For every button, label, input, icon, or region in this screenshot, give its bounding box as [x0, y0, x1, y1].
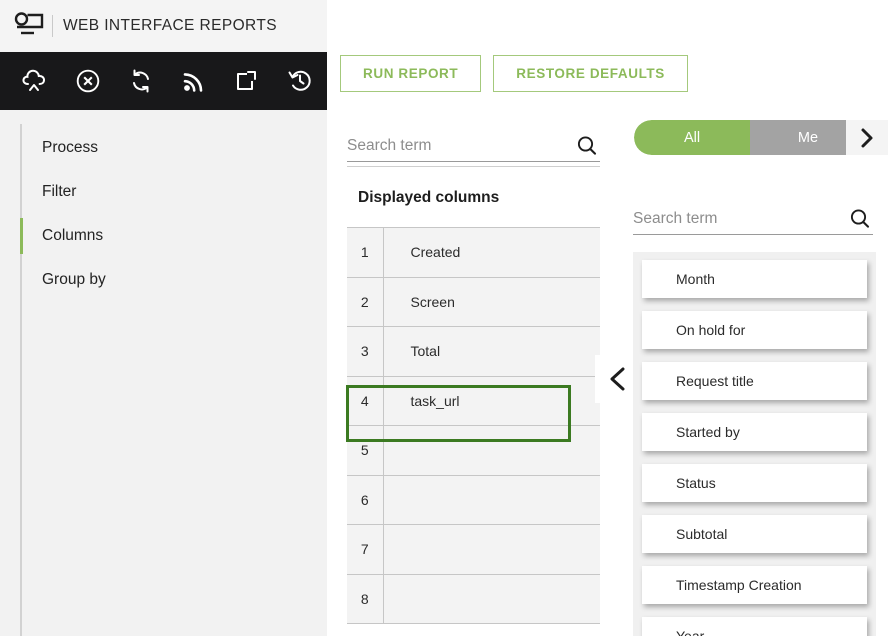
left-column: WEB INTERFACE REPORTS Process Filter Col… [0, 0, 327, 636]
search-icon[interactable] [574, 133, 600, 159]
list-item[interactable]: Year [642, 617, 867, 636]
restore-defaults-button[interactable]: RESTORE DEFAULTS [493, 55, 688, 92]
sidebar-item-label: Process [42, 139, 98, 156]
row-column-name [383, 524, 600, 575]
table-row[interactable]: 6 [347, 474, 600, 525]
rss-feed-icon[interactable] [168, 56, 221, 106]
row-column-name: Screen [383, 276, 600, 327]
row-column-name [383, 474, 600, 525]
table-row[interactable]: 2 Screen [347, 276, 600, 327]
table-row[interactable]: 8 [347, 573, 600, 624]
columns-search-input[interactable] [347, 137, 600, 161]
row-index: 5 [347, 425, 384, 476]
row-column-name [383, 573, 600, 624]
sidebar-active-marker [20, 130, 23, 166]
table-row[interactable]: 5 [347, 425, 600, 476]
list-item[interactable]: Status [642, 464, 867, 502]
displayed-columns-heading: Displayed columns [358, 189, 500, 206]
cloud-upload-icon[interactable] [8, 56, 61, 106]
refresh-sync-icon[interactable] [114, 56, 167, 106]
list-item[interactable]: Timestamp Creation [642, 566, 867, 604]
available-columns-panel: All Me Month On hold for [633, 120, 888, 636]
main-content: RUN REPORT RESTORE DEFAULTS Displayed co… [327, 0, 888, 636]
table-row[interactable]: 7 [347, 524, 600, 575]
sidebar-nav: Process Filter Columns Group by [0, 110, 327, 636]
list-item[interactable]: Request title [642, 362, 867, 400]
run-report-button[interactable]: RUN REPORT [340, 55, 482, 92]
sidebar-item-columns[interactable]: Columns [0, 214, 327, 258]
action-bar: RUN REPORT RESTORE DEFAULTS [340, 55, 688, 92]
app-root: WEB INTERFACE REPORTS Process Filter Col… [0, 0, 888, 636]
icon-toolbar [0, 52, 327, 110]
table-row-selected[interactable]: 4 task_url [347, 375, 600, 426]
sidebar-item-group-by[interactable]: Group by [0, 258, 327, 302]
row-index: 6 [347, 474, 384, 525]
list-item[interactable]: Started by [642, 413, 867, 451]
open-external-icon[interactable] [221, 56, 274, 106]
row-index: 8 [347, 573, 384, 624]
sidebar-active-marker [20, 218, 23, 254]
row-index: 2 [347, 276, 384, 327]
sidebar-item-process[interactable]: Process [0, 126, 327, 170]
sidebar-item-label: Group by [42, 271, 106, 288]
row-column-name: Created [383, 227, 600, 278]
row-index: 7 [347, 524, 384, 575]
sidebar-active-marker [20, 174, 23, 210]
columns-search-row [347, 120, 600, 162]
displayed-columns-panel: Displayed columns 1 Created 2 Screen 3 T… [347, 120, 600, 624]
table-row[interactable]: 3 Total [347, 326, 600, 377]
list-item[interactable]: Subtotal [642, 515, 867, 553]
row-column-name [383, 425, 600, 476]
history-restore-icon[interactable] [274, 56, 327, 106]
sidebar-item-label: Filter [42, 183, 77, 200]
table-row[interactable]: 1 Created [347, 227, 600, 278]
displayed-columns-table: 1 Created 2 Screen 3 Total 4 task_url 5 … [347, 227, 600, 624]
list-item[interactable]: On hold for [642, 311, 867, 349]
chevron-right-icon[interactable] [846, 120, 888, 155]
list-item[interactable]: Month [642, 260, 867, 298]
workstation-display-icon [10, 9, 50, 43]
scope-tabs: All Me [634, 120, 866, 155]
page-title: WEB INTERFACE REPORTS [63, 17, 277, 34]
tab-all[interactable]: All [634, 120, 750, 155]
available-search-row [633, 199, 873, 235]
row-column-name: task_url [383, 375, 600, 426]
available-search-input[interactable] [633, 210, 873, 234]
available-columns-list: Month On hold for Request title Started … [633, 252, 876, 636]
header-divider [52, 15, 53, 37]
sidebar-item-filter[interactable]: Filter [0, 170, 327, 214]
row-index: 4 [347, 375, 384, 426]
row-index: 3 [347, 326, 384, 377]
row-index: 1 [347, 227, 384, 278]
app-header: WEB INTERFACE REPORTS [0, 0, 327, 52]
row-column-name: Total [383, 326, 600, 377]
sidebar-item-label: Columns [42, 227, 104, 244]
sidebar-active-marker [20, 262, 23, 298]
search-icon[interactable] [847, 206, 873, 232]
cancel-circle-icon[interactable] [61, 56, 114, 106]
